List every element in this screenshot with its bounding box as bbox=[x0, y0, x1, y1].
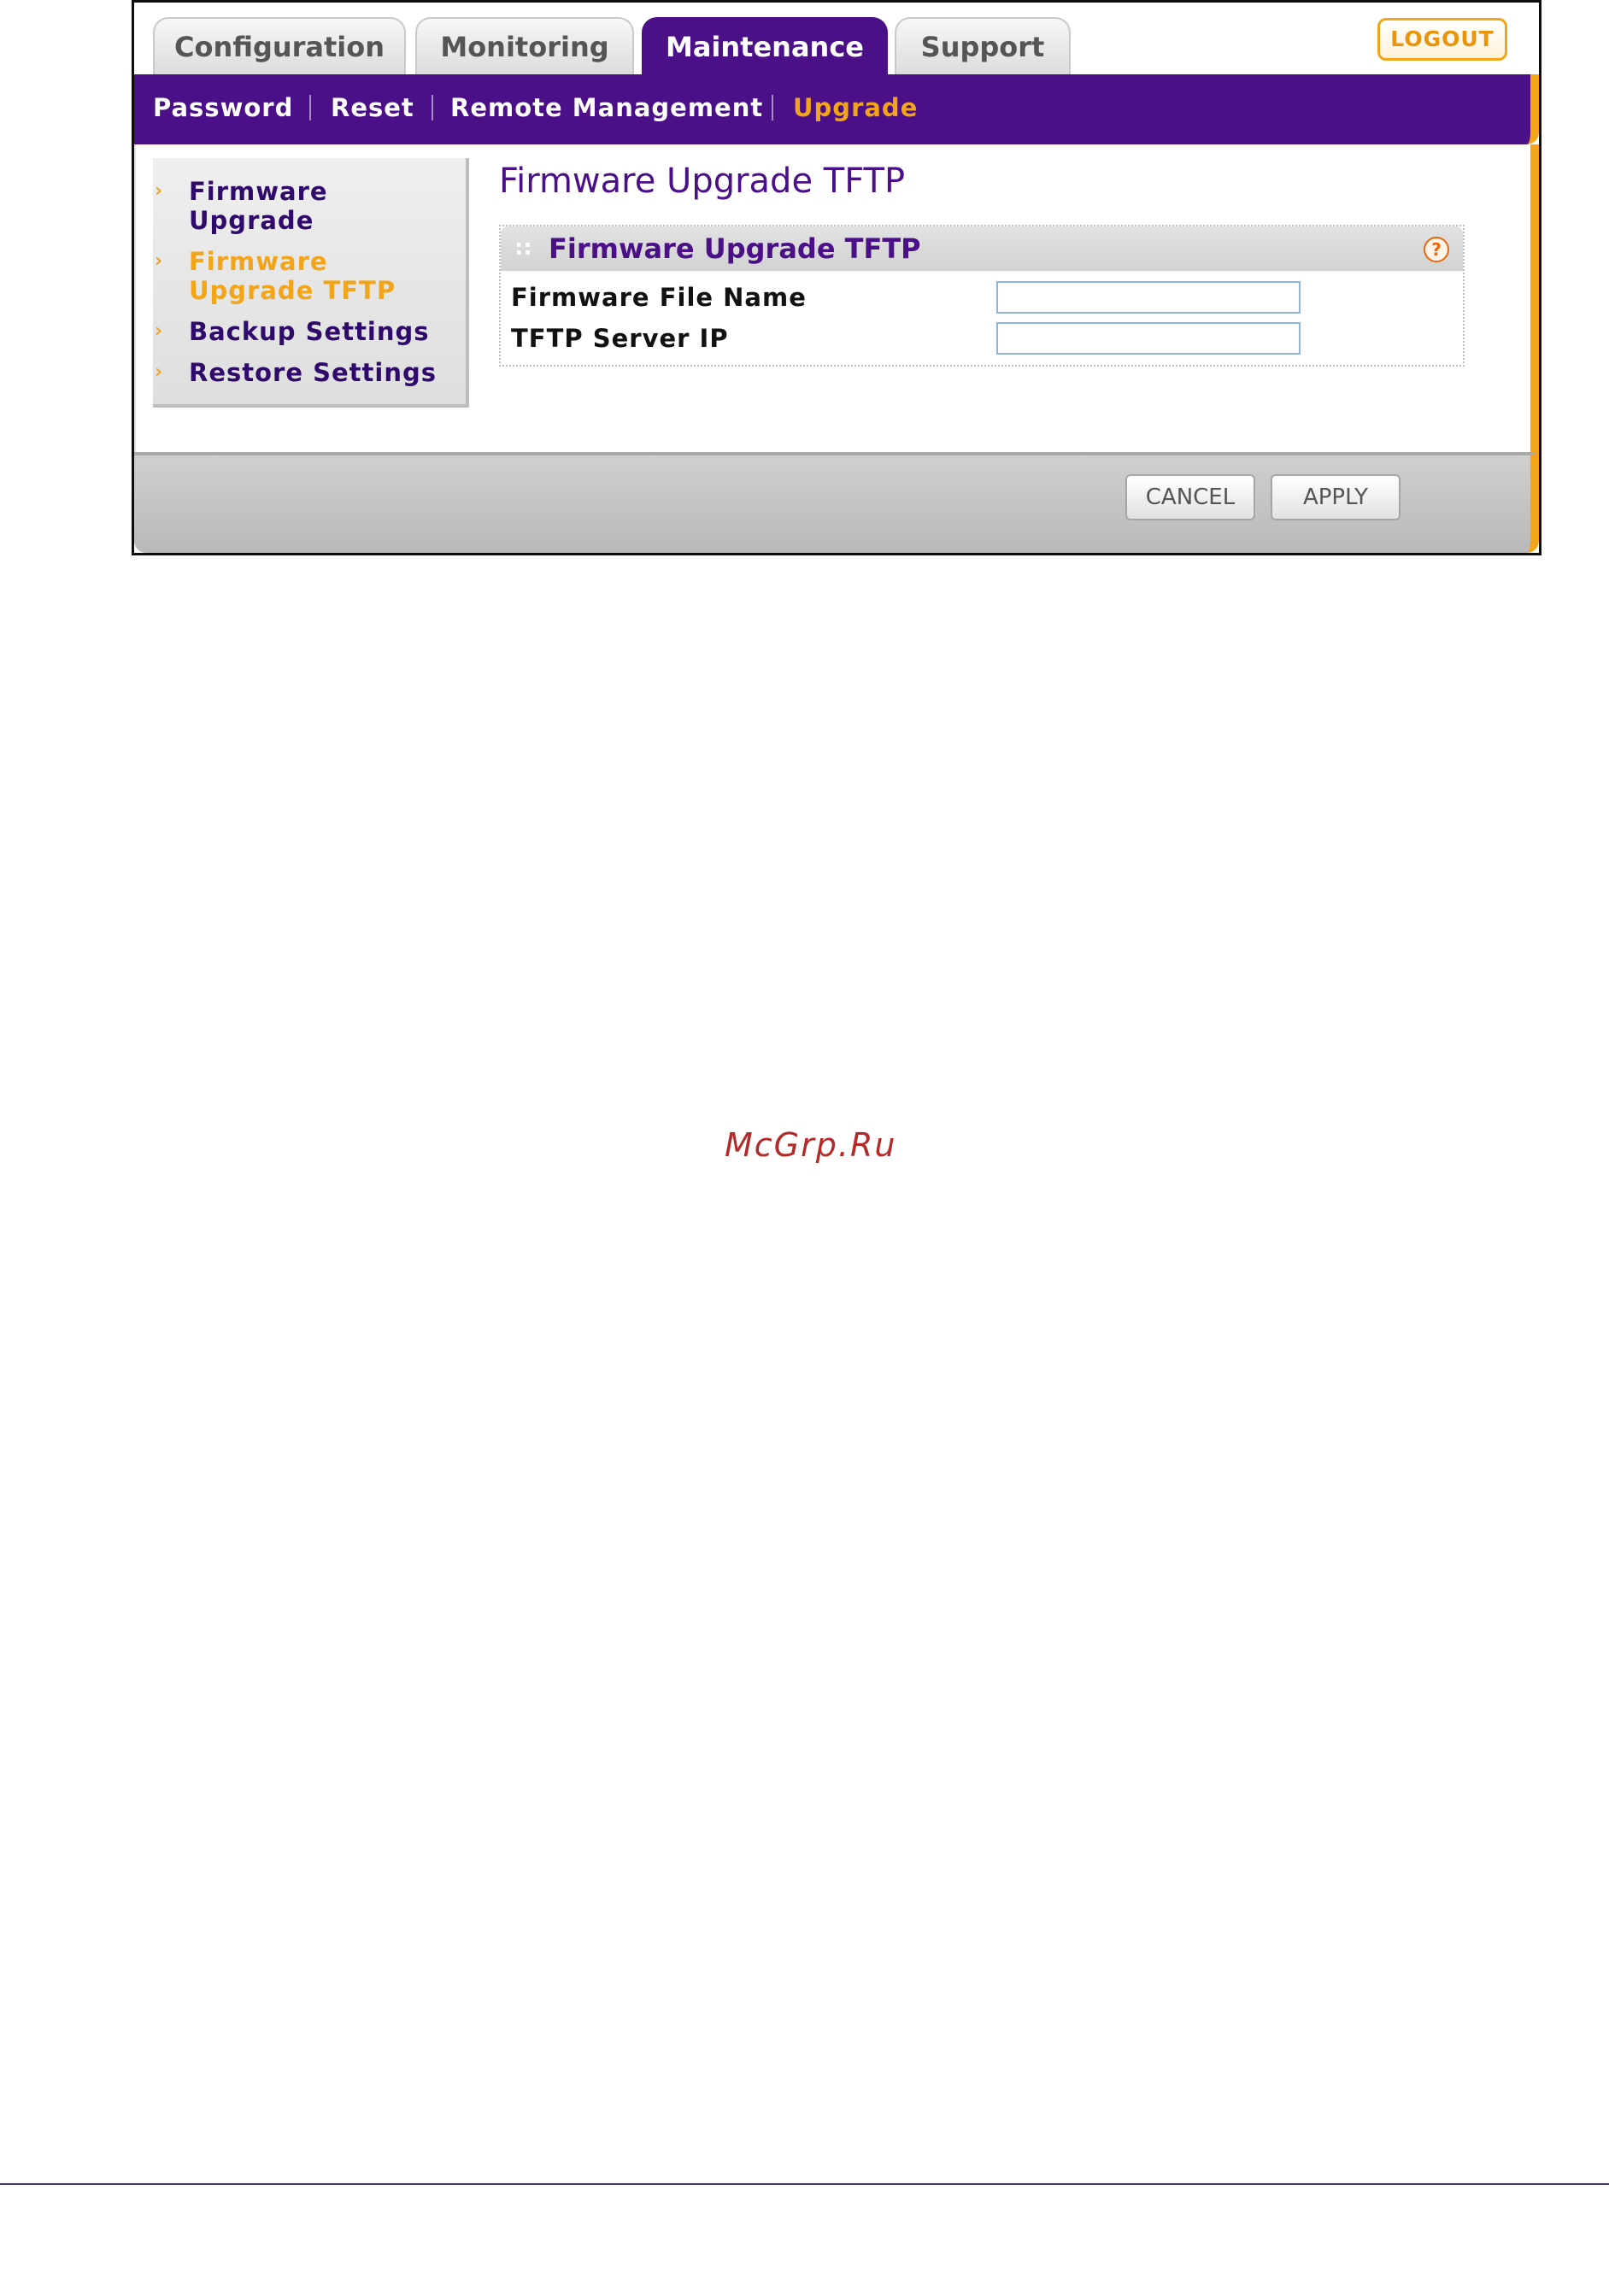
subnav-remote-management[interactable]: Remote Management bbox=[450, 74, 763, 144]
sidebar-item-restore-settings[interactable]: › Restore Settings bbox=[155, 358, 445, 387]
chevron-right-icon: › bbox=[155, 361, 164, 383]
watermark-text: McGrp.Ru bbox=[725, 1126, 897, 1164]
sidebar-item-label: Backup Settings bbox=[189, 317, 430, 346]
sidebar-item-label: Firmware Upgrade TFTP bbox=[189, 247, 396, 305]
chevron-right-icon: › bbox=[155, 250, 164, 272]
tftp-server-ip-input[interactable] bbox=[996, 322, 1301, 355]
page-footer-divider bbox=[0, 2183, 1609, 2185]
cancel-button[interactable]: CANCEL bbox=[1125, 474, 1255, 520]
main-content: › Firmware Upgrade › Firmware Upgrade TF… bbox=[134, 144, 1539, 452]
main-tab-bar: Configuration Monitoring Maintenance Sup… bbox=[134, 3, 1539, 74]
sidebar-item-label: Restore Settings bbox=[189, 358, 437, 387]
page-title: Firmware Upgrade TFTP bbox=[499, 161, 906, 201]
router-admin-window: Configuration Monitoring Maintenance Sup… bbox=[132, 0, 1541, 555]
sidebar-item-firmware-upgrade[interactable]: › Firmware Upgrade bbox=[155, 177, 445, 235]
sub-navigation: Password Reset Remote Management Upgrade bbox=[134, 74, 1539, 144]
logout-button[interactable]: LOGOUT bbox=[1377, 18, 1507, 61]
settings-panel: :: Firmware Upgrade TFTP ? Firmware File… bbox=[499, 225, 1465, 367]
sidebar: › Firmware Upgrade › Firmware Upgrade TF… bbox=[153, 158, 469, 408]
sidebar-item-backup-settings[interactable]: › Backup Settings bbox=[155, 317, 445, 346]
subnav-divider bbox=[432, 95, 433, 120]
sidebar-item-label: Firmware Upgrade bbox=[189, 177, 328, 235]
subnav-divider bbox=[772, 95, 773, 120]
chevron-right-icon: › bbox=[155, 180, 164, 202]
firmware-file-name-label: Firmware File Name bbox=[511, 283, 807, 312]
chevron-right-icon: › bbox=[155, 320, 164, 342]
action-bar: CANCEL APPLY bbox=[134, 452, 1539, 553]
apply-button[interactable]: APPLY bbox=[1271, 474, 1401, 520]
subnav-reset[interactable]: Reset bbox=[331, 74, 414, 144]
drag-grip-icon: :: bbox=[514, 235, 532, 261]
tab-maintenance[interactable]: Maintenance bbox=[642, 17, 888, 74]
panel-title: Firmware Upgrade TFTP bbox=[549, 232, 921, 265]
tab-support[interactable]: Support bbox=[895, 17, 1071, 74]
panel-header: :: Firmware Upgrade TFTP ? bbox=[501, 226, 1463, 271]
subnav-divider bbox=[309, 95, 311, 120]
subnav-password[interactable]: Password bbox=[153, 74, 293, 144]
subnav-upgrade[interactable]: Upgrade bbox=[793, 74, 918, 144]
tab-monitoring[interactable]: Monitoring bbox=[415, 17, 634, 74]
help-icon[interactable]: ? bbox=[1424, 237, 1449, 262]
tab-configuration[interactable]: Configuration bbox=[153, 17, 406, 74]
tftp-server-ip-label: TFTP Server IP bbox=[511, 324, 729, 353]
sidebar-item-firmware-upgrade-tftp[interactable]: › Firmware Upgrade TFTP bbox=[155, 247, 445, 305]
firmware-file-name-input[interactable] bbox=[996, 281, 1301, 314]
